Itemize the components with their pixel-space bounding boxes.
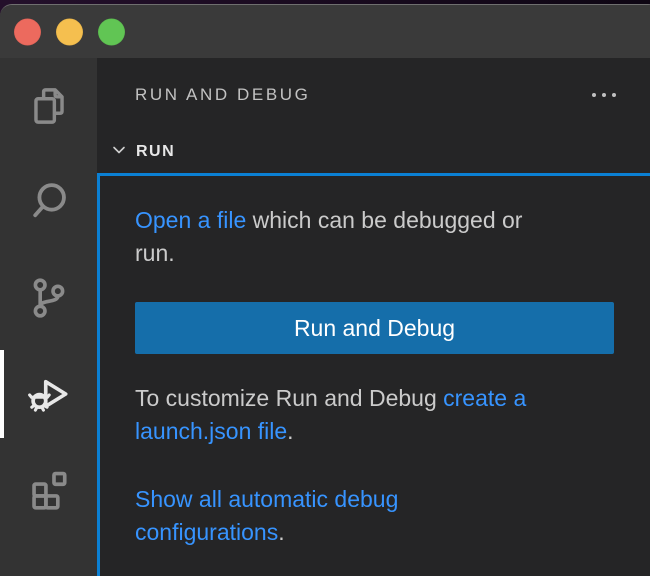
desktop-background: RUN AND DEBUG RUN Open a file which can … — [0, 0, 650, 576]
welcome-paragraph: Show all automatic debug configurations. — [135, 483, 614, 549]
welcome-paragraph: To customize Run and Debug create a laun… — [135, 382, 614, 448]
sidebar-item-source-control[interactable] — [0, 250, 97, 346]
vscode-window: RUN AND DEBUG RUN Open a file which can … — [0, 4, 650, 576]
more-actions-button[interactable] — [590, 87, 618, 103]
show-automatic-debug-configurations-link[interactable]: Show all automatic debug configurations — [135, 486, 398, 545]
chevron-down-icon — [110, 141, 128, 164]
text-segment: . — [278, 519, 285, 545]
search-icon — [26, 179, 72, 225]
run-and-debug-icon — [26, 371, 72, 417]
run-and-debug-welcome-view: Open a file which can be debugged or run… — [97, 173, 650, 576]
welcome-paragraphs: Open a file which can be debugged or run… — [135, 204, 614, 270]
open-a-file-link[interactable]: Open a file — [135, 207, 246, 233]
window-body: RUN AND DEBUG RUN Open a file which can … — [0, 58, 650, 576]
sidebar-item-explorer[interactable] — [0, 58, 97, 154]
minimize-window-button[interactable] — [56, 18, 83, 45]
run-section-header[interactable]: RUN — [97, 131, 650, 173]
sidebar-item-search[interactable] — [0, 154, 97, 250]
zoom-window-button[interactable] — [98, 18, 125, 45]
files-icon — [26, 83, 72, 129]
activity-bar — [0, 58, 97, 576]
panel-title: RUN AND DEBUG — [135, 84, 311, 104]
close-window-button[interactable] — [14, 18, 41, 45]
ellipsis-icon — [612, 92, 616, 97]
traffic-lights — [14, 18, 125, 45]
run-and-debug-button[interactable]: Run and Debug — [135, 302, 614, 354]
welcome-paragraphs: To customize Run and Debug create a laun… — [135, 382, 614, 549]
ellipsis-icon — [602, 92, 606, 97]
source-control-icon — [26, 275, 72, 321]
title-bar[interactable] — [0, 5, 650, 58]
ellipsis-icon — [592, 92, 596, 97]
sidebar-item-run-and-debug[interactable] — [0, 346, 97, 442]
text-segment: To customize Run and Debug — [135, 385, 444, 411]
side-panel: RUN AND DEBUG RUN Open a file which can … — [97, 58, 650, 576]
text-segment: . — [287, 418, 294, 444]
welcome-paragraph: Open a file which can be debugged or run… — [135, 204, 614, 270]
sidebar-item-extensions[interactable] — [0, 442, 97, 538]
run-section-label: RUN — [136, 143, 176, 160]
extensions-icon — [26, 467, 72, 513]
panel-header: RUN AND DEBUG — [97, 58, 650, 131]
